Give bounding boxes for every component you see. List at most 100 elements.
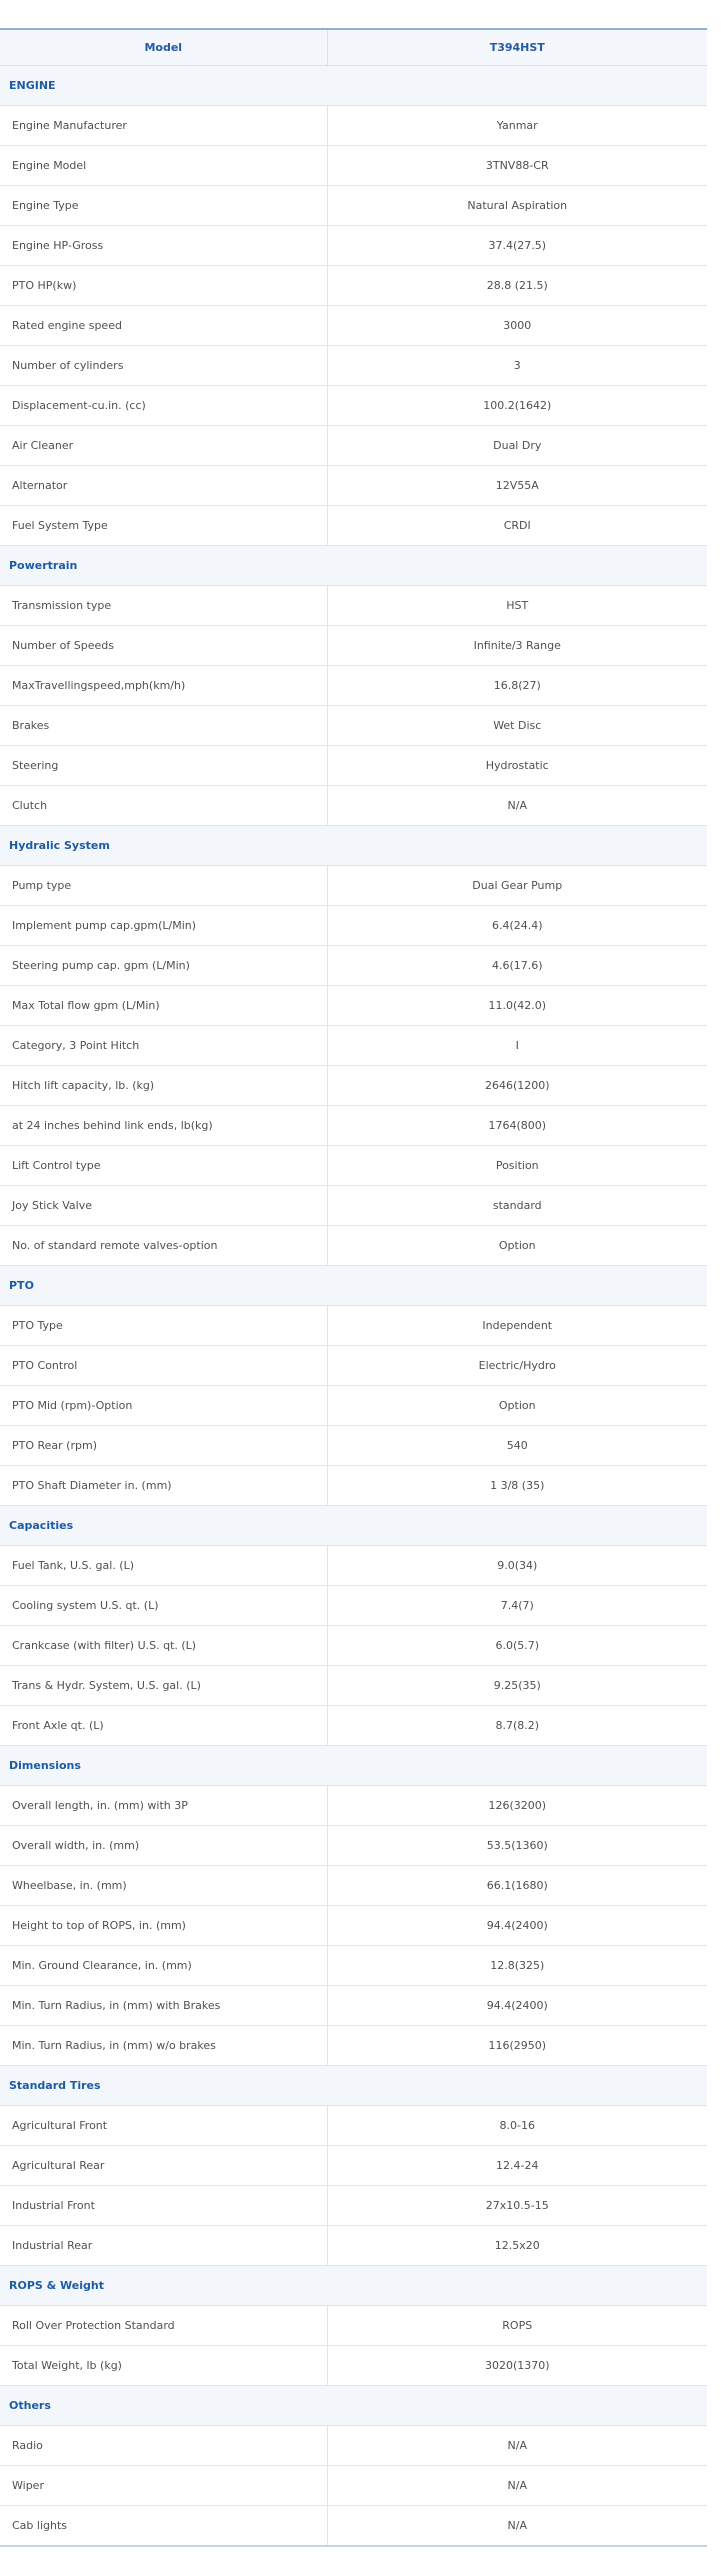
spec-label: Fuel System Type (0, 505, 328, 546)
spec-value: Position (327, 1145, 707, 1186)
table-row: Rated engine speed 3000 (0, 305, 707, 346)
section-title: Dimensions (0, 1745, 707, 1786)
spec-label: Rated engine speed (0, 305, 328, 346)
spec-label: Total Weight, lb (kg) (0, 2345, 328, 2386)
spec-label: Displacement-cu.in. (cc) (0, 385, 328, 426)
spec-label: Cooling system U.S. qt. (L) (0, 1585, 328, 1626)
spec-label: No. of standard remote valves-option (0, 1225, 328, 1266)
table-row: Trans & Hydr. System, U.S. gal. (L) 9.25(… (0, 1665, 707, 1706)
spec-value: Natural Aspiration (327, 185, 707, 226)
spec-label: Fuel Tank, U.S. gal. (L) (0, 1545, 328, 1586)
section-title: PTO (0, 1265, 707, 1306)
table-row: Pump type Dual Gear Pump (0, 865, 707, 906)
spec-label: PTO Type (0, 1305, 328, 1346)
table-row: Overall length, in. (mm) with 3P 126(3200… (0, 1785, 707, 1826)
section-title: Capacities (0, 1505, 707, 1546)
table-row: PTO HP(kw) 28.8 (21.5) (0, 265, 707, 306)
table-row: Transmission type HST (0, 585, 707, 626)
spec-value: 7.4(7) (327, 1585, 707, 1626)
spec-value: 11.0(42.0) (327, 985, 707, 1026)
spec-value: Option (327, 1385, 707, 1426)
section-header-row: ROPS & Weight (0, 2265, 707, 2306)
table-row: Total Weight, lb (kg) 3020(1370) (0, 2345, 707, 2386)
spec-label: Height to top of ROPS, in. (mm) (0, 1905, 328, 1946)
spec-value: 9.0(34) (327, 1545, 707, 1586)
spec-label: Steering (0, 745, 328, 786)
spec-table-container: Model T394HST ENGINE Engine Manufacturer Y… (0, 28, 707, 2547)
spec-value: CRDI (327, 505, 707, 546)
spec-label: Radio (0, 2425, 328, 2466)
spec-label: Agricultural Front (0, 2105, 328, 2146)
spec-value: 2646(1200) (327, 1065, 707, 1106)
table-row: Wiper N/A (0, 2465, 707, 2506)
table-row: Min. Turn Radius, in (mm) with Brakes 94.… (0, 1985, 707, 2026)
spec-value: 116(2950) (327, 2025, 707, 2066)
table-row: MaxTravellingspeed,mph(km/h) 16.8(27) (0, 665, 707, 706)
table-row: Steering pump cap. gpm (L/Min) 4.6(17.6) (0, 945, 707, 986)
table-row: Clutch N/A (0, 785, 707, 826)
spec-value: 8.0-16 (327, 2105, 707, 2146)
table-row: Min. Ground Clearance, in. (mm) 12.8(325) (0, 1945, 707, 1986)
spec-value: N/A (327, 2425, 707, 2466)
table-row: Agricultural Front 8.0-16 (0, 2105, 707, 2146)
spec-value: 12.8(325) (327, 1945, 707, 1986)
spec-label: Industrial Front (0, 2185, 328, 2226)
spec-label: Agricultural Rear (0, 2145, 328, 2186)
spec-label: Industrial Rear (0, 2225, 328, 2266)
spec-label: Wheelbase, in. (mm) (0, 1865, 328, 1906)
spec-value: ROPS (327, 2305, 707, 2346)
spec-label: Engine Type (0, 185, 328, 226)
spec-value: 9.25(35) (327, 1665, 707, 1706)
spec-label: Wiper (0, 2465, 328, 2506)
table-row: Lift Control type Position (0, 1145, 707, 1186)
spec-label: Min. Ground Clearance, in. (mm) (0, 1945, 328, 1986)
spec-label: Hitch lift capacity, lb. (kg) (0, 1065, 328, 1106)
table-row: Alternator 12V55A (0, 465, 707, 506)
spec-label: Overall width, in. (mm) (0, 1825, 328, 1866)
spec-label: Number of Speeds (0, 625, 328, 666)
spec-value: N/A (327, 2465, 707, 2506)
spec-value: 126(3200) (327, 1785, 707, 1826)
spec-value: Dual Gear Pump (327, 865, 707, 906)
spec-label: Min. Turn Radius, in (mm) with Brakes (0, 1985, 328, 2026)
section-header-row: PTO (0, 1265, 707, 1306)
table-row: Cab lights N/A (0, 2505, 707, 2547)
spec-value: 1764(800) (327, 1105, 707, 1146)
table-row: Radio N/A (0, 2425, 707, 2466)
spec-value: Independent (327, 1305, 707, 1346)
table-row: PTO Shaft Diameter in. (mm) 1 3/8 (35) (0, 1465, 707, 1506)
section-header-row: Capacities (0, 1505, 707, 1546)
spec-label: Engine HP-Gross (0, 225, 328, 266)
spec-value: 12V55A (327, 465, 707, 506)
spec-value: 12.4-24 (327, 2145, 707, 2186)
table-row: Engine Type Natural Aspiration (0, 185, 707, 226)
table-row: Steering Hydrostatic (0, 745, 707, 786)
table-row: Displacement-cu.in. (cc) 100.2(1642) (0, 385, 707, 426)
spec-value: 3TNV88-CR (327, 145, 707, 186)
table-row: Number of cylinders 3 (0, 345, 707, 386)
spec-label: Max Total flow gpm (L/Min) (0, 985, 328, 1026)
table-row: Engine Manufacturer Yanmar (0, 105, 707, 146)
table-row: Air Cleaner Dual Dry (0, 425, 707, 466)
spec-label: Trans & Hydr. System, U.S. gal. (L) (0, 1665, 328, 1706)
spec-value: 3000 (327, 305, 707, 346)
table-row: Max Total flow gpm (L/Min) 11.0(42.0) (0, 985, 707, 1026)
spec-label: Steering pump cap. gpm (L/Min) (0, 945, 328, 986)
spec-value: 6.0(5.7) (327, 1625, 707, 1666)
spec-value: 94.4(2400) (327, 1905, 707, 1946)
table-row: Hitch lift capacity, lb. (kg) 2646(1200) (0, 1065, 707, 1106)
spec-label: Crankcase (with filter) U.S. qt. (L) (0, 1625, 328, 1666)
table-row: PTO Type Independent (0, 1305, 707, 1346)
table-row: Industrial Rear 12.5x20 (0, 2225, 707, 2266)
table-row: Min. Turn Radius, in (mm) w/o brakes 116(… (0, 2025, 707, 2066)
table-row: Joy Stick Valve standard (0, 1185, 707, 1226)
section-title: ROPS & Weight (0, 2265, 707, 2306)
spec-value: 27x10.5-15 (327, 2185, 707, 2226)
spec-label: PTO Control (0, 1345, 328, 1386)
spec-label: at 24 inches behind link ends, lb(kg) (0, 1105, 328, 1146)
table-row: Roll Over Protection Standard ROPS (0, 2305, 707, 2346)
spec-body: ENGINE Engine Manufacturer Yanmar Engine Mo… (0, 65, 707, 2547)
spec-label: Roll Over Protection Standard (0, 2305, 328, 2346)
spec-value: 3 (327, 345, 707, 386)
spec-label: Alternator (0, 465, 328, 506)
